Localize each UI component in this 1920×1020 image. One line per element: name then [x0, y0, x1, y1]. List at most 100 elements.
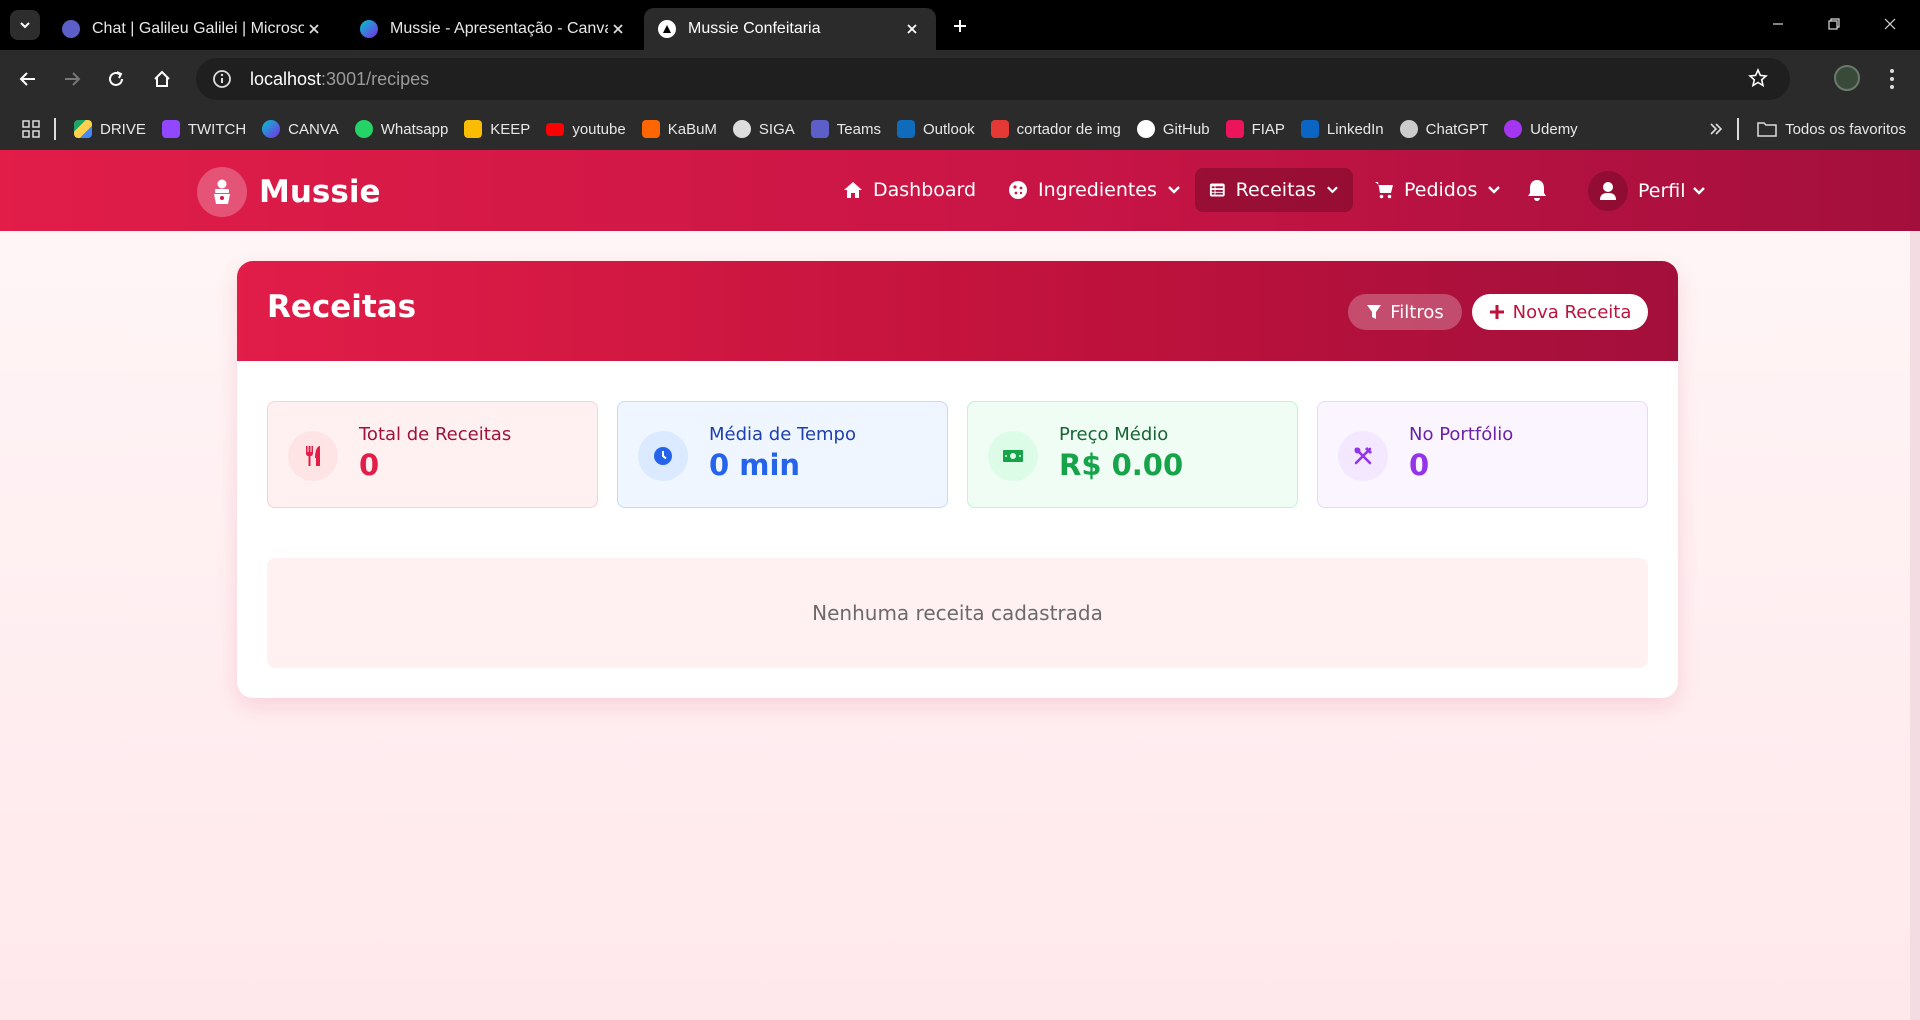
- user-icon[interactable]: [1588, 171, 1628, 211]
- minimize-button[interactable]: [1758, 10, 1798, 38]
- stat-label: Preço Médio: [1059, 424, 1169, 445]
- linkedin-icon: [1300, 120, 1319, 138]
- apps-icon[interactable]: [0, 114, 48, 144]
- bookmark-udemy[interactable]: Udemy: [1496, 114, 1586, 144]
- new-recipe-button[interactable]: Nova Receita: [1472, 294, 1648, 330]
- close-window-button[interactable]: [1870, 10, 1910, 38]
- whatsapp-icon: [354, 120, 373, 138]
- browser-tab-canva[interactable]: Mussie - Apresentação - Canva: [346, 8, 642, 50]
- bookmark-label: DRIVE: [100, 120, 146, 138]
- new-tab-button[interactable]: [946, 12, 974, 40]
- kabum-icon: [641, 120, 660, 138]
- nav-label: Receitas: [1235, 179, 1317, 201]
- tab-title: Mussie Confeitaria: [688, 20, 821, 37]
- close-icon[interactable]: [304, 19, 324, 39]
- bookmark-label: GitHub: [1162, 120, 1210, 138]
- arrow-right-icon: [65, 72, 81, 86]
- new-recipe-button-label: Nova Receita: [1512, 301, 1632, 323]
- nav-dashboard[interactable]: Dashboard: [829, 168, 990, 212]
- reload-button[interactable]: [100, 63, 132, 95]
- bookmark-youtube[interactable]: youtube: [538, 114, 633, 144]
- canva-icon: [360, 20, 378, 38]
- chef-hat-icon: [197, 167, 247, 217]
- canva-icon: [262, 120, 281, 138]
- arrow-left-icon: [19, 72, 35, 86]
- brand[interactable]: Mussie: [197, 167, 380, 217]
- browser-tab-teams[interactable]: Chat | Galileu Galilei | Microsoft: [48, 8, 338, 50]
- home-button[interactable]: [146, 63, 178, 95]
- nav-label: Pedidos: [1404, 179, 1478, 201]
- back-button[interactable]: [12, 63, 44, 95]
- bookmarks-divider: [1737, 118, 1740, 140]
- bell-icon[interactable]: [1526, 178, 1548, 206]
- chevron-down-icon: [1692, 187, 1705, 195]
- bookmark-linkedin[interactable]: LinkedIn: [1293, 114, 1392, 144]
- nav-ingredientes[interactable]: Ingredientes: [994, 168, 1195, 212]
- filters-button-label: Filtros: [1390, 301, 1444, 323]
- github-icon: [1136, 120, 1155, 138]
- bookmark-kabum[interactable]: KaBuM: [634, 114, 725, 144]
- stat-label: Média de Tempo: [709, 424, 856, 445]
- teams-icon: [810, 120, 829, 138]
- spoon-fork-cross-icon: [1338, 431, 1388, 481]
- bookmark-label: Teams: [836, 120, 881, 138]
- bookmark-canva[interactable]: CANVA: [254, 114, 347, 144]
- filters-button[interactable]: Filtros: [1348, 294, 1462, 330]
- stat-value: 0: [359, 448, 380, 482]
- clock-icon: [638, 431, 688, 481]
- bookmark-whatsapp[interactable]: Whatsapp: [347, 114, 457, 144]
- browser-tab-mussie[interactable]: Mussie Confeitaria: [644, 8, 936, 50]
- filter-icon: [1367, 305, 1382, 319]
- address-bar[interactable]: localhost:3001/recipes: [196, 58, 1790, 100]
- bookmark-label: youtube: [572, 120, 626, 138]
- browser-menu-icon[interactable]: [1880, 64, 1904, 94]
- cookie-icon: [1009, 181, 1027, 199]
- tab-title: Chat | Galileu Galilei | Microsoft: [92, 20, 304, 37]
- bookmark-label: LinkedIn: [1326, 120, 1384, 138]
- home-icon: [154, 70, 170, 87]
- browser-toolbar: localhost:3001/recipes: [0, 50, 1920, 108]
- nav-pedidos[interactable]: Pedidos: [1360, 168, 1515, 212]
- bookmark-keep[interactable]: KEEP: [456, 114, 538, 144]
- nav-receitas[interactable]: Receitas: [1195, 168, 1353, 212]
- nav-perfil[interactable]: Perfil: [1638, 180, 1706, 202]
- bookmark-outlook[interactable]: Outlook: [889, 114, 983, 144]
- site-info-icon[interactable]: [212, 69, 232, 89]
- bookmark-star-icon[interactable]: [1748, 68, 1768, 93]
- bookmark-twitch[interactable]: TWITCH: [154, 114, 254, 144]
- more-bookmarks-button[interactable]: [1701, 114, 1731, 144]
- chevron-down-icon: [20, 22, 30, 29]
- money-icon: [988, 431, 1038, 481]
- close-icon[interactable]: [608, 19, 628, 39]
- image-cutter-icon: [990, 120, 1009, 138]
- bookmark-teams[interactable]: Teams: [803, 114, 889, 144]
- outlook-icon: [896, 120, 915, 138]
- utensils-icon: [288, 431, 338, 481]
- tab-search-button[interactable]: [10, 10, 40, 40]
- bookmark-siga[interactable]: SIGA: [725, 114, 803, 144]
- bookmark-github[interactable]: GitHub: [1129, 114, 1218, 144]
- bookmark-fiap[interactable]: FIAP: [1218, 114, 1293, 144]
- drive-icon: [74, 120, 92, 138]
- card-header: Receitas Filtros Nova Receita: [237, 261, 1678, 361]
- page-scrollbar[interactable]: [1910, 231, 1920, 1020]
- bookmark-label: cortador de img: [1016, 120, 1121, 138]
- keep-icon: [464, 120, 483, 138]
- restore-button[interactable]: [1814, 10, 1854, 38]
- profile-avatar[interactable]: [1834, 65, 1860, 91]
- stat-card-portfolio: No Portfólio 0: [1317, 401, 1648, 508]
- tab-title: Mussie - Apresentação - Canva: [390, 20, 608, 37]
- forward-button[interactable]: [56, 63, 88, 95]
- nav-label: Perfil: [1638, 180, 1686, 202]
- stat-card-total-recipes: Total de Receitas 0: [267, 401, 598, 508]
- bookmark-drive[interactable]: DRIVE: [66, 114, 154, 144]
- chevron-double-right-icon: [1710, 123, 1723, 135]
- bookmark-chatgpt[interactable]: ChatGPT: [1392, 114, 1497, 144]
- stat-card-average-time: Média de Tempo 0 min: [617, 401, 948, 508]
- close-icon[interactable]: [902, 19, 922, 39]
- all-bookmarks-folder[interactable]: Todos os favoritos: [1749, 114, 1920, 144]
- bookmark-label: ChatGPT: [1425, 120, 1489, 138]
- empty-state-message: Nenhuma receita cadastrada: [267, 558, 1648, 668]
- bookmark-cortador[interactable]: cortador de img: [983, 114, 1129, 144]
- bookmark-label: FIAP: [1251, 120, 1285, 138]
